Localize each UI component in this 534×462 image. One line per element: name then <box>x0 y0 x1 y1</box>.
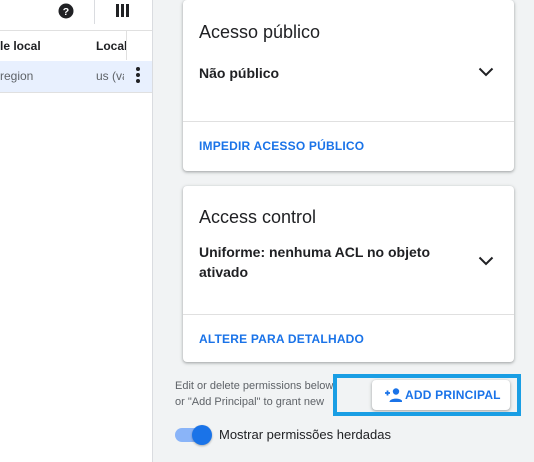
public-access-title: Acesso público <box>199 22 321 42</box>
chevron-down-icon[interactable] <box>478 67 494 77</box>
help-icon[interactable]: ? <box>57 2 75 20</box>
helper-line-2: or "Add Principal" to grant new <box>175 396 325 408</box>
svg-text:?: ? <box>63 6 69 18</box>
cell-location-type: region <box>0 69 34 83</box>
column-header-location-type[interactable]: le local <box>0 39 41 53</box>
column-separator <box>126 30 127 60</box>
card-divider <box>183 121 514 122</box>
column-header-location[interactable]: Local <box>96 39 127 53</box>
toolbar-divider <box>94 0 95 24</box>
permissions-helper-text: Edit or delete permissions below or "Add… <box>175 378 353 410</box>
table-row[interactable]: region us (va <box>0 61 152 93</box>
add-principal-button[interactable]: ADD PRINCIPAL <box>372 380 510 410</box>
access-control-title: Access control <box>199 207 317 227</box>
public-access-card: Acesso público Não público IMPEDIR ACESS… <box>183 0 514 171</box>
prevent-public-access-button[interactable]: IMPEDIR ACESSO PÚBLICO <box>199 139 364 153</box>
card-divider <box>183 314 514 315</box>
table-header: le local Local <box>0 30 152 62</box>
person-add-icon <box>385 388 402 402</box>
show-inherited-label: Mostrar permissões herdadas <box>219 427 391 442</box>
show-inherited-toggle[interactable] <box>175 425 212 445</box>
access-control-value: Uniforme: nenhuma ACL no objeto ativado <box>199 244 430 280</box>
add-principal-label: ADD PRINCIPAL <box>405 388 501 402</box>
bucket-table-pane: ? le local Local region us (va <box>0 0 153 462</box>
access-control-card: Access control Uniforme: nenhuma ACL no … <box>183 186 514 362</box>
switch-to-fine-grained-button[interactable]: ALTERE PARA DETALHADO <box>199 332 364 346</box>
toggle-knob <box>192 425 212 445</box>
chevron-down-icon[interactable] <box>478 256 494 266</box>
columns-icon[interactable] <box>114 2 132 20</box>
more-vert-icon[interactable] <box>132 66 144 86</box>
cell-location: us (va <box>96 69 124 83</box>
helper-line-1: Edit or delete permissions below <box>175 380 334 392</box>
public-access-value: Não público <box>199 65 280 81</box>
